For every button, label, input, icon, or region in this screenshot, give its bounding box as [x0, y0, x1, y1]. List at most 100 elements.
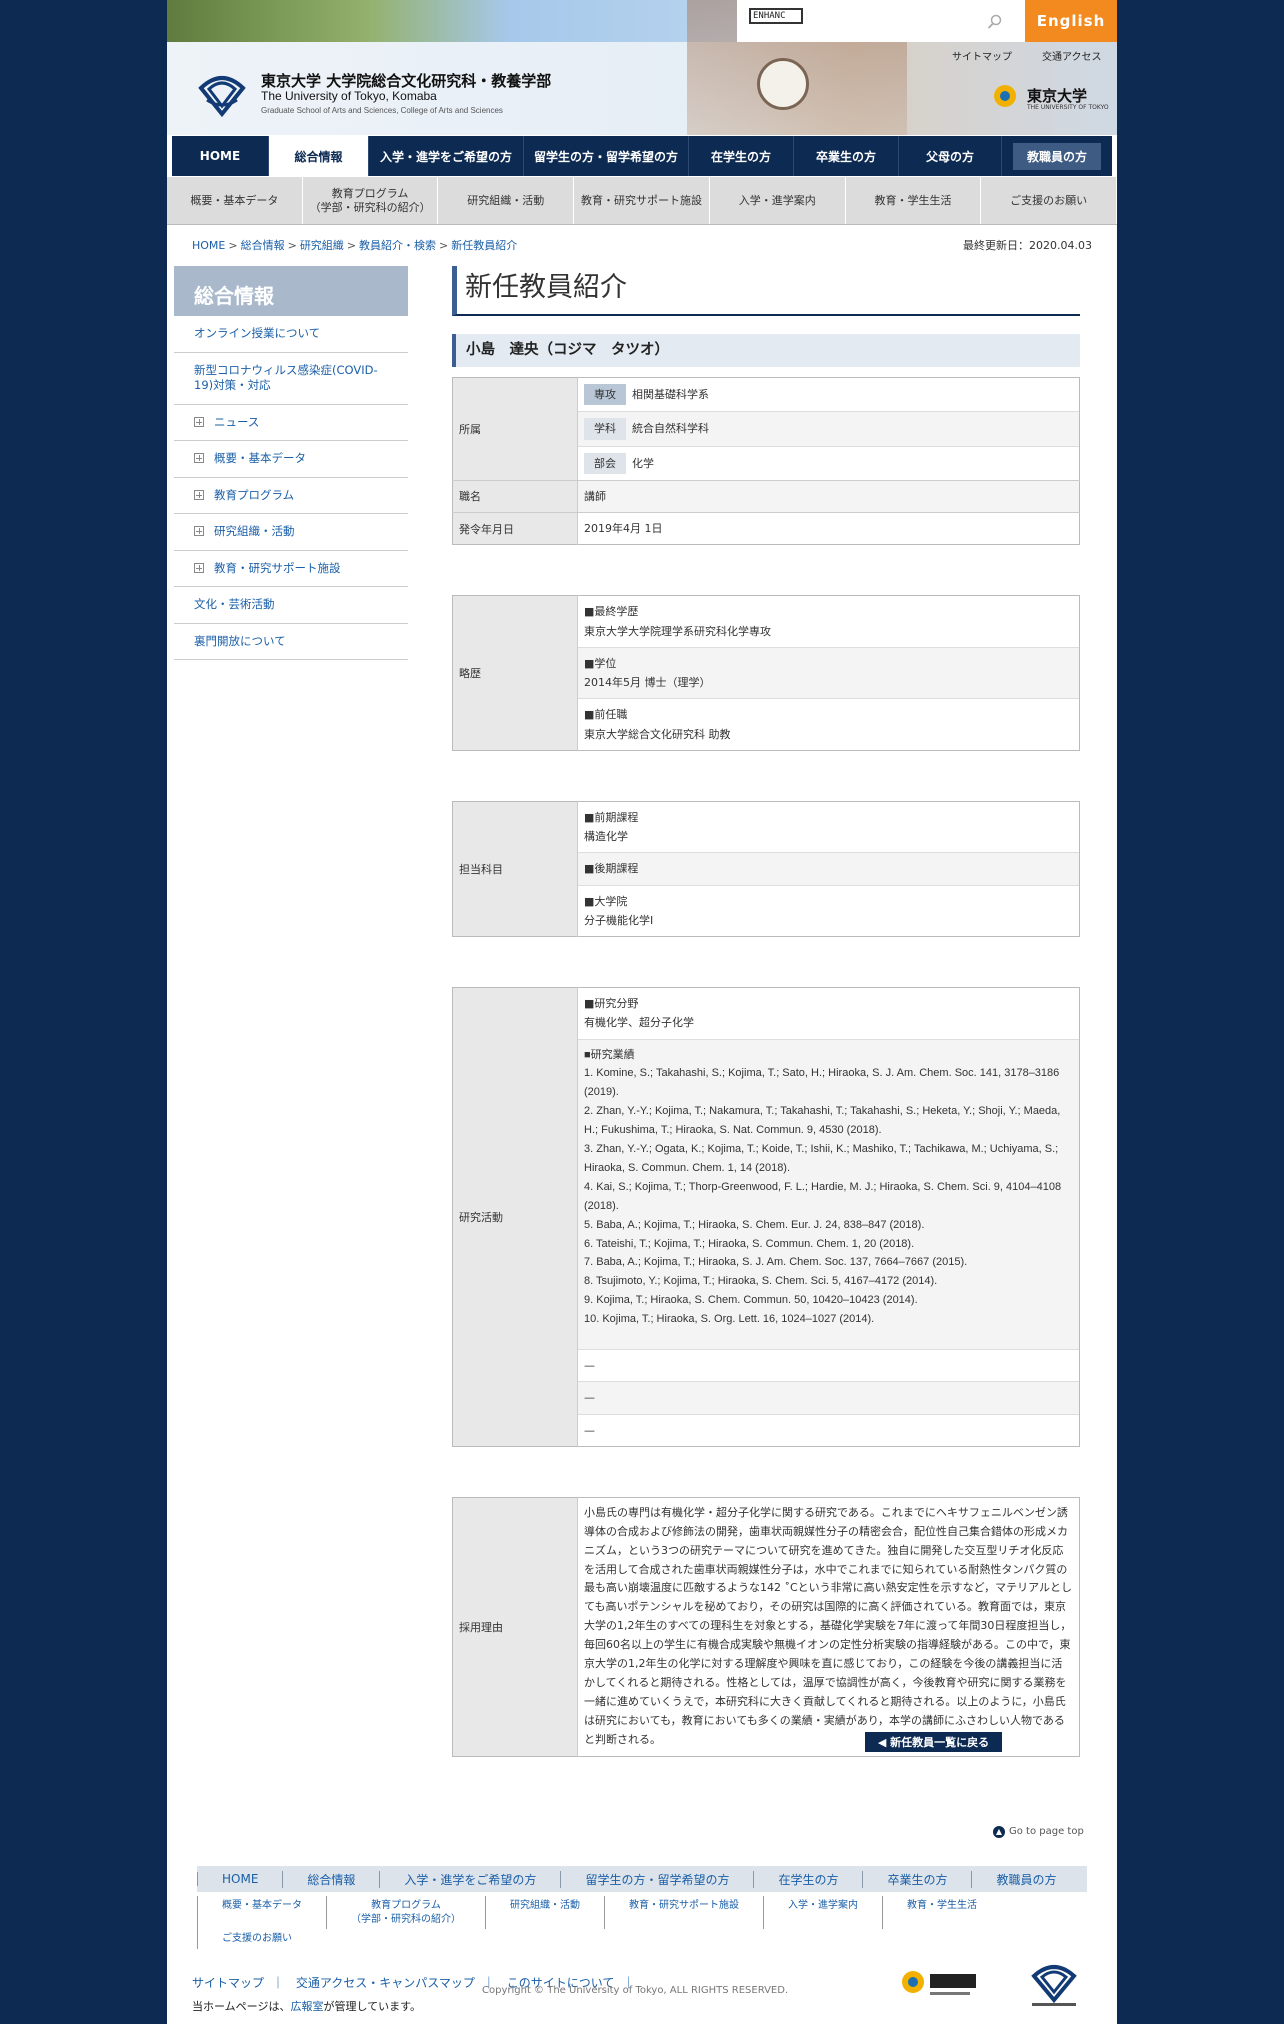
subnav-programs[interactable]: 教育プログラム （学部・研究科の紹介）: [303, 177, 439, 224]
position-value: 講師: [577, 480, 1080, 513]
footer-nav-international[interactable]: 留学生の方・留学希望の方: [560, 1870, 753, 1888]
sidebar-item-arts[interactable]: 文化・芸術活動: [174, 587, 408, 624]
gnav-international[interactable]: 留学生の方・留学希望の方: [524, 136, 689, 176]
breadcrumb-home[interactable]: HOME: [192, 239, 225, 252]
subnav-overview[interactable]: 概要・基本データ: [167, 177, 303, 224]
gnav-current-students[interactable]: 在学生の方: [689, 136, 794, 176]
breadcrumb-separator: >: [287, 239, 297, 252]
plus-icon[interactable]: [194, 416, 204, 427]
copyright: Copyright © The University of Tokyo, ALL…: [482, 1985, 789, 1996]
arrow-up-icon[interactable]: ▲: [993, 1826, 1005, 1838]
plus-icon[interactable]: [194, 562, 204, 573]
sub-nav: 概要・基本データ 教育プログラム （学部・研究科の紹介） 研究組織・活動 教育・…: [167, 177, 1118, 225]
search-icon[interactable]: [987, 14, 1003, 30]
history-value: 東京大学大学院理学系研究科化学専攻: [584, 624, 771, 638]
breadcrumb: HOME > 総合情報 > 研究組織 > 教員紹介・検索 > 新任教員紹介: [192, 237, 517, 253]
affiliation-label: 所属: [452, 377, 578, 481]
research-work-item: 4. Kai, S.; Kojima, T.; Thorp-Greenwood,…: [584, 1180, 1062, 1212]
footer-sitemap-link[interactable]: サイトマップ: [192, 1976, 264, 1990]
research-work-item: 1. Komine, S.; Takahashi, S.; Kojima, T.…: [584, 1067, 1060, 1099]
sidebar-item-covid[interactable]: 新型コロナウィルス感染症(COVID-19)対策・対応: [174, 353, 408, 405]
sidebar-item-news[interactable]: ニュース: [174, 405, 408, 442]
gnav-parents[interactable]: 父母の方: [899, 136, 1002, 176]
affiliation-tag: 学科: [584, 418, 626, 440]
komaba-logo-icon[interactable]: [195, 66, 249, 118]
subnav-admission-guide[interactable]: 入学・進学案内: [710, 177, 846, 224]
research-work-item: 2. Zhan, Y.-Y.; Kojima, T.; Nakamura, T.…: [584, 1105, 1061, 1137]
history-head: ■前任職: [584, 708, 628, 722]
footer-sub-programs[interactable]: 教育プログラム （学部・研究科の紹介）: [326, 1896, 485, 1929]
gnav-general-info[interactable]: 総合情報: [269, 136, 369, 176]
sidebar-item-overview[interactable]: 概要・基本データ: [174, 441, 408, 478]
affiliation-row: 部会 化学: [578, 447, 1079, 480]
gnav-faculty-staff[interactable]: 教職員の方: [1002, 136, 1112, 176]
go-to-top-link[interactable]: ▲ Go to page top: [993, 1826, 1084, 1838]
research-field-value: 有機化学、超分子化学: [584, 1016, 694, 1030]
access-link[interactable]: 交通アクセス: [1042, 48, 1102, 63]
footer-sub-overview[interactable]: 概要・基本データ: [197, 1896, 326, 1929]
sidebar-item-programs[interactable]: 教育プログラム: [174, 478, 408, 515]
plus-icon[interactable]: [194, 526, 204, 537]
subnav-facilities[interactable]: 教育・研究サポート施設: [574, 177, 710, 224]
breadcrumb-general-info[interactable]: 総合情報: [241, 239, 285, 252]
sidebar-item-label: 裏門開放について: [194, 633, 286, 648]
english-button[interactable]: English: [1025, 0, 1117, 42]
header-photo: [167, 0, 737, 42]
utokyo-footer-logo-icon[interactable]: [900, 1966, 980, 2002]
footer-nav-alumni[interactable]: 卒業生の方: [862, 1870, 971, 1888]
logo-subtitle: Graduate School of Arts and Sciences, Co…: [261, 106, 503, 115]
affiliation-row: 専攻 相関基礎科学系: [578, 378, 1079, 413]
reason-table: 採用理由 小島氏の専門は有機化学・超分子化学に関する研究である。これまでにヘキサ…: [452, 1496, 1080, 1757]
gnav-faculty-staff-label: 教職員の方: [1012, 142, 1101, 170]
footer-nav-current-students[interactable]: 在学生の方: [753, 1870, 862, 1888]
sidebar-title: 総合情報: [174, 266, 408, 316]
subnav-support[interactable]: ご支援のお願い: [981, 177, 1118, 224]
footer-nav-home[interactable]: HOME: [197, 1872, 282, 1886]
subnav-student-life[interactable]: 教育・学生生活: [846, 177, 982, 224]
footer-sub-facilities[interactable]: 教育・研究サポート施設: [604, 1896, 763, 1929]
plus-icon[interactable]: [194, 453, 204, 464]
footer-sub-support[interactable]: ご支援のお願い: [197, 1929, 316, 1949]
research-work-item: 7. Baba, A.; Kojima, T.; Hiraoka, S. J. …: [584, 1256, 968, 1269]
gnav-admissions[interactable]: 入学・進学をご希望の方: [369, 136, 524, 176]
search-input[interactable]: [749, 8, 803, 24]
breadcrumb-research-org[interactable]: 研究組織: [300, 239, 344, 252]
course-row: ■大学院 分子機能化学Ⅰ: [578, 886, 1079, 937]
breadcrumb-separator: >: [228, 239, 238, 252]
footer-nav-general-info[interactable]: 総合情報: [282, 1870, 379, 1888]
sitemap-link[interactable]: サイトマップ: [952, 48, 1012, 63]
logo-title-ja[interactable]: 東京大学 大学院総合文化研究科・教養学部: [261, 70, 551, 91]
course-head: ■前期課程: [584, 810, 639, 824]
research-works-row: ■研究業績 1. Komine, S.; Takahashi, S.; Koji…: [578, 1039, 1079, 1351]
gnav-home[interactable]: HOME: [172, 136, 269, 176]
research-field-row: ■研究分野 有機化学、超分子化学: [578, 988, 1079, 1040]
footer-nav-faculty-staff[interactable]: 教職員の方: [971, 1870, 1080, 1888]
subnav-research[interactable]: 研究組織・活動: [438, 177, 575, 224]
sidebar-item-facilities[interactable]: 教育・研究サポート施設: [174, 551, 408, 588]
pr-office-link[interactable]: 広報室: [290, 2000, 323, 2013]
footer-sub-research[interactable]: 研究組織・活動: [485, 1896, 604, 1929]
research-works-head: ■研究業績: [584, 1048, 635, 1061]
footer-nav-admissions[interactable]: 入学・進学をご希望の方: [379, 1870, 560, 1888]
course-head: ■後期課程: [584, 862, 639, 876]
sidebar-item-research[interactable]: 研究組織・活動: [174, 514, 408, 551]
page: English サイトマップ 交通アクセス 東京大学 大学院総合文化研究科・教養…: [167, 0, 1118, 2024]
gnav-alumni[interactable]: 卒業生の方: [794, 136, 899, 176]
back-to-list-button[interactable]: ◀ 新任教員一覧に戻る: [865, 1732, 1002, 1752]
breadcrumb-faculty-search[interactable]: 教員紹介・検索: [359, 239, 436, 252]
site-header: English サイトマップ 交通アクセス 東京大学 大学院総合文化研究科・教養…: [167, 0, 1117, 135]
utokyo-logo-ja[interactable]: 東京大学: [1027, 85, 1087, 106]
affiliation-tag: 部会: [584, 452, 626, 474]
plus-icon[interactable]: [194, 489, 204, 500]
research-dash-row: —: [584, 1423, 595, 1437]
breadcrumb-separator: >: [439, 239, 449, 252]
komaba-footer-logo-icon[interactable]: [1024, 1958, 1084, 2008]
footer-sub-admission-guide[interactable]: 入学・進学案内: [763, 1896, 882, 1929]
research-work-item: 9. Kojima, T.; Hiraoka, S. Chem. Commun.…: [584, 1294, 918, 1307]
sidebar-item-online-classes[interactable]: オンライン授業について: [174, 316, 408, 353]
breadcrumb-current[interactable]: 新任教員紹介: [451, 239, 517, 252]
start-date-label: 発令年月日: [452, 512, 578, 545]
footer-sub-student-life[interactable]: 教育・学生生活: [882, 1896, 1001, 1929]
sidebar-item-back-gate[interactable]: 裏門開放について: [174, 624, 408, 661]
footer-access-link[interactable]: 交通アクセス・キャンパスマップ: [296, 1976, 475, 1990]
